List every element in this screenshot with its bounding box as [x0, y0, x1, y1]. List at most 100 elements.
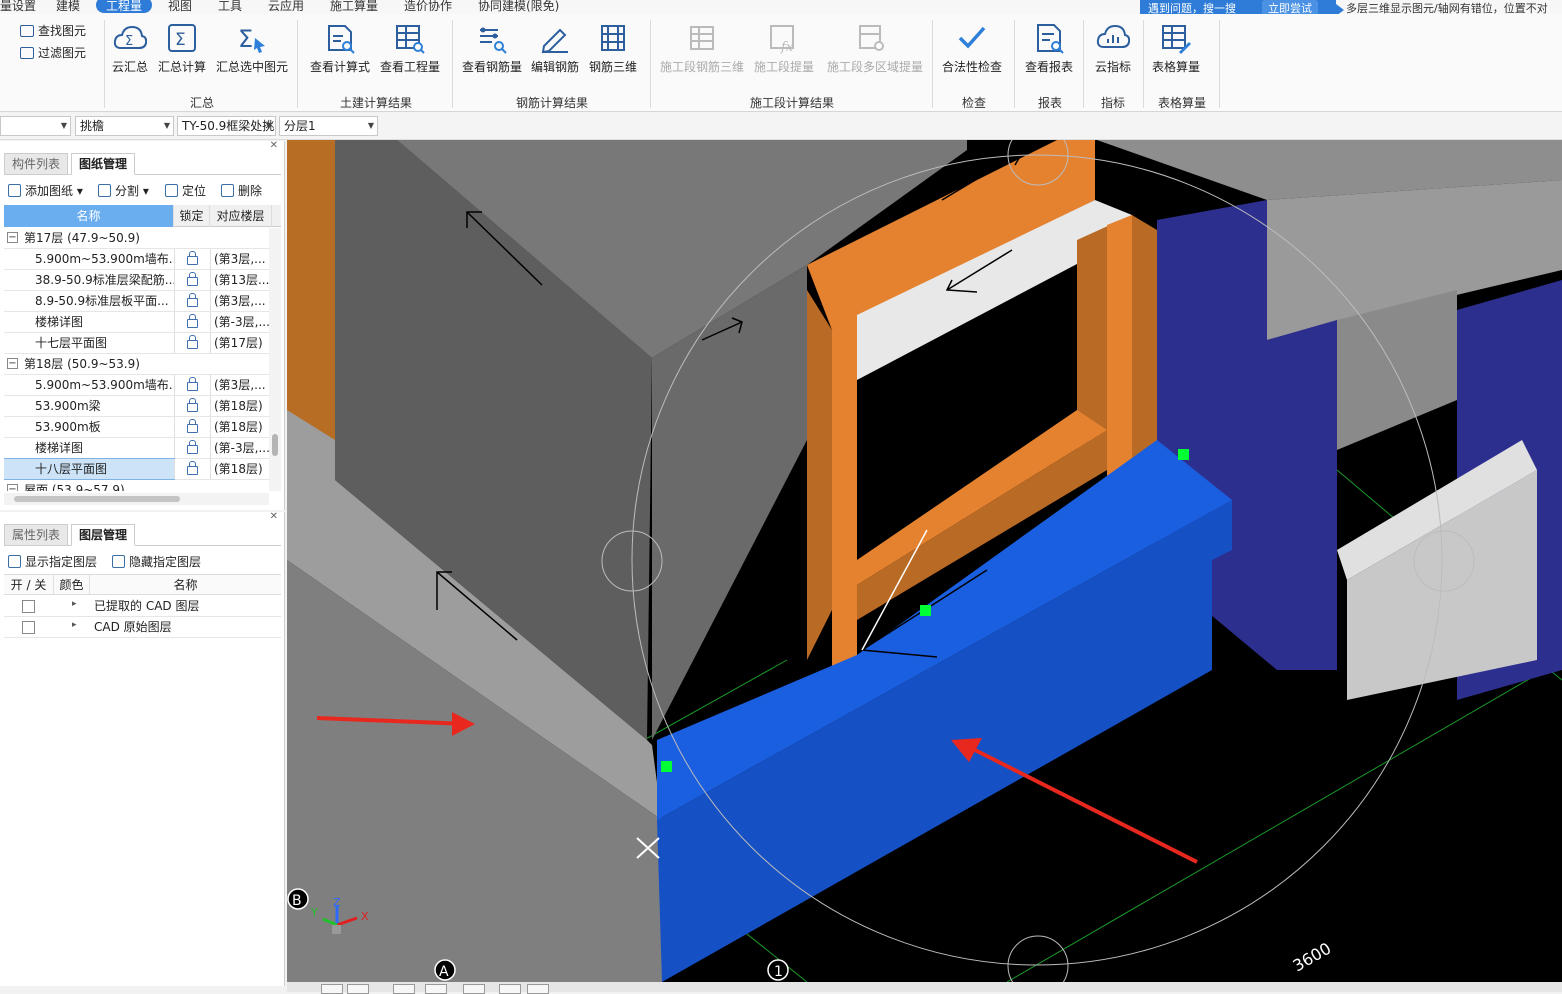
status-button[interactable]	[425, 984, 447, 994]
3d-viewport[interactable]: B A 1 3600 Z X Y	[287, 140, 1562, 982]
lock-icon[interactable]	[187, 251, 198, 265]
menu-item-cloud[interactable]: 云应用	[268, 0, 304, 14]
menu-item-cost-collab[interactable]: 造价协作	[404, 0, 452, 14]
status-button[interactable]	[393, 984, 415, 994]
checkmark-icon	[958, 26, 986, 49]
find-element-button[interactable]: 查找图元	[20, 22, 86, 39]
lock-icon[interactable]	[187, 419, 198, 433]
drawing-row[interactable]: 楼梯详图 (第-3层,...	[4, 312, 269, 333]
drawing-row[interactable]: 53.900m梁 (第18层)	[4, 396, 269, 417]
column-floor[interactable]: 对应楼层	[210, 205, 272, 227]
svg-text:Σ: Σ	[238, 25, 253, 53]
drawing-row[interactable]: 十八层平面图 (第18层)	[4, 458, 269, 480]
filter-element-button[interactable]: 过滤图元	[20, 44, 86, 61]
layer-row[interactable]: ▸ CAD 原始图层	[4, 617, 281, 638]
drawing-row[interactable]: 5.900m~53.900m墙布... (第3层,...	[4, 249, 269, 270]
split-button[interactable]: 分割 ▾	[98, 182, 149, 199]
stage-quantity-button[interactable]: fx 施工段提量	[749, 18, 819, 78]
floor-group-row[interactable]: − 第17层 (47.9~50.9)	[4, 228, 269, 249]
status-button[interactable]	[499, 984, 521, 994]
menu-item-quantities[interactable]: 工程量	[96, 0, 153, 13]
collapse-icon[interactable]: −	[7, 232, 18, 243]
menu-item-view[interactable]: 视图	[168, 0, 192, 14]
lock-icon[interactable]	[187, 314, 198, 328]
lock-icon[interactable]	[187, 398, 198, 412]
3d-scene[interactable]: B A 1 3600 Z X Y	[287, 140, 1562, 982]
show-layer-button[interactable]: 显示指定图层	[8, 553, 97, 570]
drawing-row[interactable]: 十七层平面图 (第17层)	[4, 333, 269, 354]
collapse-icon[interactable]: −	[7, 358, 18, 369]
drawing-row[interactable]: 53.900m板 (第18层)	[4, 417, 269, 438]
floor-select[interactable]: ▼	[0, 116, 71, 136]
layer-toggle-checkbox[interactable]	[22, 600, 35, 613]
menu-item-tools[interactable]: 工具	[218, 0, 242, 14]
lock-cell[interactable]	[174, 312, 210, 332]
lock-cell[interactable]	[174, 291, 210, 311]
drawing-row[interactable]: 楼梯详图 (第-3层,...	[4, 438, 269, 459]
collapse-icon[interactable]: −	[7, 484, 18, 491]
locate-button[interactable]: 定位	[165, 182, 206, 199]
component-select[interactable]: TY-50.9框梁处挑 ▼	[177, 116, 276, 136]
menu-item-collab-modeling[interactable]: 协同建模(限免)	[478, 0, 559, 14]
lock-cell[interactable]	[174, 333, 210, 353]
menu-item-construction[interactable]: 施工算量	[330, 0, 378, 14]
drawing-row[interactable]: 5.900m~53.900m墙布... (第3层,...	[4, 375, 269, 396]
summary-selected-button[interactable]: Σ 汇总选中图元	[216, 18, 288, 78]
status-button[interactable]	[463, 984, 485, 994]
tab-component-list[interactable]: 构件列表	[4, 153, 69, 175]
lock-icon[interactable]	[187, 335, 198, 349]
drawing-list-hscroll[interactable]	[4, 493, 269, 505]
lock-icon[interactable]	[187, 440, 198, 454]
lock-cell[interactable]	[174, 249, 210, 269]
column-name[interactable]: 名称	[4, 205, 174, 227]
floor-cell: (第3层,...	[210, 291, 269, 311]
lock-icon[interactable]	[187, 461, 198, 475]
status-button[interactable]	[347, 984, 369, 994]
rebar-3d-button[interactable]: 钢筋三维	[578, 18, 648, 78]
column-layer-name[interactable]: 名称	[90, 575, 281, 595]
lock-cell[interactable]	[174, 396, 210, 416]
column-color[interactable]: 颜色	[54, 575, 90, 595]
delete-button[interactable]: 删除	[221, 182, 262, 199]
floor-group-row[interactable]: − 第18层 (50.9~53.9)	[4, 354, 269, 375]
layer-row[interactable]: ▸ 已提取的 CAD 图层	[4, 596, 281, 617]
tab-drawing-management[interactable]: 图纸管理	[71, 153, 136, 175]
sublayer-select[interactable]: 分层1 ▼	[279, 116, 378, 136]
status-button[interactable]	[527, 984, 549, 994]
grip-point[interactable]	[920, 605, 931, 616]
lock-cell[interactable]	[174, 417, 210, 437]
tab-layer-management[interactable]: 图层管理	[71, 524, 136, 546]
lock-icon[interactable]	[187, 293, 198, 307]
column-lock[interactable]: 锁定	[174, 205, 210, 227]
drawing-row[interactable]: 8.9-50.9标准层板平面... (第3层,...	[4, 291, 269, 312]
add-drawing-button[interactable]: 添加图纸 ▾	[8, 182, 83, 199]
menu-item-modeling[interactable]: 建模	[56, 0, 80, 14]
floor-group-row[interactable]: − 屋面 (53.9~57.9)	[4, 480, 269, 491]
menu-item-settings[interactable]: 量设置	[0, 0, 36, 14]
hide-layer-button[interactable]: 隐藏指定图层	[112, 553, 201, 570]
lock-cell[interactable]	[174, 375, 210, 395]
lock-cell[interactable]	[174, 438, 210, 458]
stage-rebar-3d-button[interactable]: 施工段钢筋三维	[660, 18, 744, 78]
expand-icon[interactable]: ▸	[72, 620, 77, 630]
tab-property-list[interactable]: 属性列表	[4, 524, 69, 546]
close-icon[interactable]: ✕	[270, 140, 278, 151]
stage-multi-area-button[interactable]: 施工段多区域提量	[827, 18, 923, 78]
layer-toggle-checkbox[interactable]	[22, 621, 35, 634]
lock-cell[interactable]	[174, 459, 210, 479]
view-quantity-button[interactable]: 查看工程量	[375, 18, 445, 78]
component-type-select[interactable]: 挑檐 ▼	[75, 116, 174, 136]
expand-icon[interactable]: ▸	[72, 599, 77, 609]
grip-point[interactable]	[1178, 449, 1189, 460]
lock-icon[interactable]	[187, 377, 198, 391]
column-toggle[interactable]: 开 / 关	[4, 575, 54, 595]
drawing-list-vscroll[interactable]	[269, 228, 281, 491]
close-icon[interactable]: ✕	[270, 511, 278, 522]
validity-check-button[interactable]: 合法性检查	[937, 18, 1007, 78]
status-button[interactable]	[321, 984, 343, 994]
grip-point[interactable]	[661, 761, 672, 772]
lock-icon[interactable]	[187, 272, 198, 286]
drawing-row[interactable]: 38.9-50.9标准层梁配筋... (第13层...	[4, 270, 269, 291]
table-calc-button[interactable]: 表格算量	[1141, 18, 1211, 78]
lock-cell[interactable]	[174, 270, 210, 290]
